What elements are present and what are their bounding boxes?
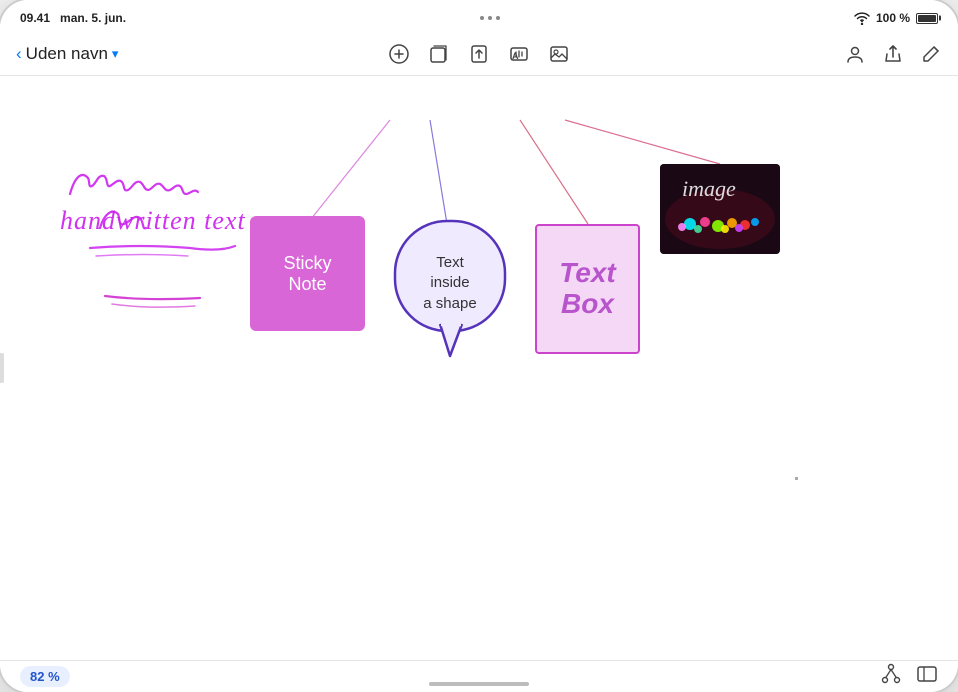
image-element[interactable]: image [660,164,780,254]
handwritten-svg: handwritten text [60,156,270,296]
draw-tool-icon[interactable] [388,43,410,65]
handwritten-text-area: handwritten text handwritten text [60,156,270,301]
share-doc-icon[interactable] [468,43,490,65]
status-time-date: 09.41 man. 5. jun. [20,11,126,25]
bottom-bar: 82 % [0,660,958,692]
device-frame: 09.41 man. 5. jun. 100 % ‹ [0,0,958,692]
pages-icon[interactable] [428,43,450,65]
toolbar: ‹ Uden navn ▾ [0,32,958,76]
status-center-dots [480,16,500,20]
insert-text-icon[interactable]: A [508,43,530,65]
side-handle[interactable] [0,353,4,383]
sticky-note[interactable]: Sticky Note [250,216,365,331]
speech-bubble[interactable]: Textinsidea shape [390,216,505,331]
faint-dot [795,477,798,480]
image-svg: image [660,164,780,254]
panel-icon[interactable] [916,663,938,691]
hierarchy-icon[interactable] [880,663,902,691]
svg-text:A: A [512,51,519,61]
dot2 [488,16,492,20]
insert-image-icon[interactable] [548,43,570,65]
dot1 [480,16,484,20]
collaboration-icon[interactable] [844,43,866,65]
dot3 [496,16,500,20]
time: 09.41 [20,11,50,25]
zoom-badge[interactable]: 82 % [20,666,70,687]
toolbar-left: ‹ Uden navn ▾ [16,44,136,64]
main-canvas[interactable]: handwritten text handwritten text Sticky… [0,76,958,660]
wifi-icon [854,12,870,25]
back-button[interactable]: ‹ [16,44,22,64]
battery-pct: 100 % [876,11,910,25]
edit-icon[interactable] [920,43,942,65]
toolbar-center: A [388,43,570,65]
home-indicator [429,682,529,686]
battery-icon [916,13,938,24]
sticky-note-text: Sticky Note [283,253,331,295]
speech-bubble-text: Textinsidea shape [423,253,476,314]
text-box[interactable]: TextBox [535,224,640,354]
title-chevron-icon[interactable]: ▾ [112,46,119,62]
status-bar: 09.41 man. 5. jun. 100 % [0,0,958,32]
svg-text:image: image [682,176,736,201]
toolbar-right [844,43,942,65]
share-icon[interactable] [882,43,904,65]
bottom-right-icons [880,663,938,691]
text-box-content: TextBox [559,258,616,320]
date: man. 5. jun. [60,11,126,25]
status-right: 100 % [854,11,938,25]
document-title: Uden navn [26,44,108,64]
